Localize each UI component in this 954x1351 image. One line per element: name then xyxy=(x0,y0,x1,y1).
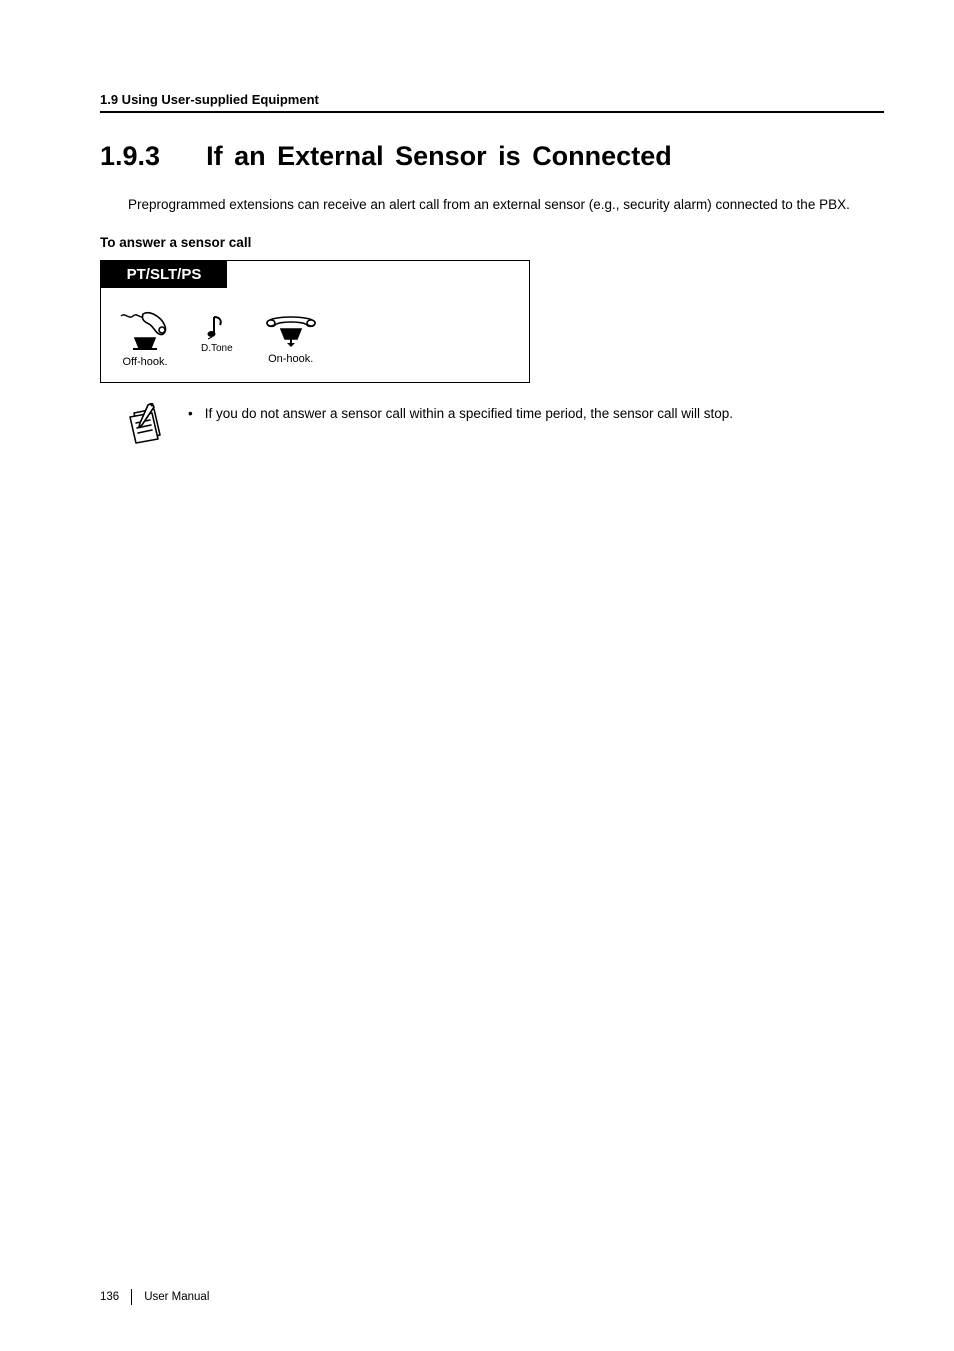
note-body: If you do not answer a sensor call withi… xyxy=(205,406,733,421)
device-type-label: PT/SLT/PS xyxy=(101,261,227,288)
footer-divider xyxy=(131,1289,132,1305)
step-onhook: On-hook. xyxy=(263,313,319,365)
note-text: • If you do not answer a sensor call with… xyxy=(188,405,733,424)
notepad-icon xyxy=(128,403,168,447)
procedure-subhead: To answer a sensor call xyxy=(100,235,884,250)
note-bullet: • xyxy=(188,406,193,421)
header-rule xyxy=(100,111,884,113)
procedure-steps-row: Off-hook. D.Tone xyxy=(101,288,529,382)
step-dialtone: D.Tone xyxy=(201,315,233,354)
music-note-icon xyxy=(206,315,228,341)
running-head: 1.9 Using User-supplied Equipment xyxy=(100,92,884,107)
step-offhook: Off-hook. xyxy=(119,310,171,368)
step-offhook-label: Off-hook. xyxy=(122,356,167,368)
section-number: 1.9.3 xyxy=(100,141,160,171)
page-number: 136 xyxy=(100,1291,131,1303)
doc-label: User Manual xyxy=(144,1291,209,1303)
section-heading-text: If an External Sensor is Connected xyxy=(206,141,672,171)
page-footer: 136 User Manual xyxy=(100,1289,209,1305)
step-dialtone-label: D.Tone xyxy=(201,343,233,354)
section-intro: Preprogrammed extensions can receive an … xyxy=(128,196,884,215)
note-row: • If you do not answer a sensor call with… xyxy=(128,403,884,447)
procedure-card: PT/SLT/PS xyxy=(100,260,530,383)
handset-onhook-icon xyxy=(263,313,319,347)
handset-offhook-icon xyxy=(119,310,171,350)
section-title: 1.9.3 If an External Sensor is Connected xyxy=(100,141,884,172)
step-onhook-label: On-hook. xyxy=(268,353,313,365)
